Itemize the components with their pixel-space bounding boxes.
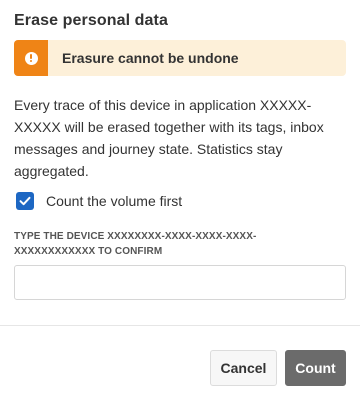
footer-divider xyxy=(0,325,360,326)
confirm-device-input[interactable] xyxy=(14,265,346,300)
confirm-field-label: TYPE THE DEVICE XXXXXXXX-XXXX-XXXX-XXXX-… xyxy=(14,231,257,257)
count-first-checkbox[interactable] xyxy=(16,192,34,210)
alert-icon-container xyxy=(14,40,48,76)
dialog-title: Erase personal data xyxy=(14,12,168,29)
erase-data-dialog: Erase personal data Erasure cannot be un… xyxy=(0,0,360,400)
count-first-label: Count the volume first xyxy=(46,193,183,209)
warning-alert: Erasure cannot be undone xyxy=(14,40,346,76)
count-first-checkbox-row[interactable]: Count the volume first xyxy=(16,190,182,212)
warning-icon xyxy=(24,51,38,65)
count-button[interactable]: Count xyxy=(285,350,346,386)
cancel-button[interactable]: Cancel xyxy=(210,350,277,386)
checkmark-icon xyxy=(19,196,31,206)
description-text: Every trace of this device in applicatio… xyxy=(14,97,324,179)
alert-text: Erasure cannot be undone xyxy=(62,50,239,66)
